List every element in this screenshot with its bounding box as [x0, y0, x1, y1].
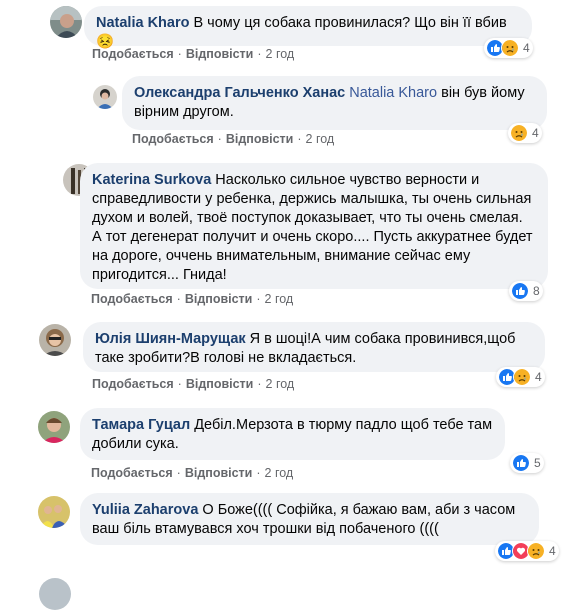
comment-author[interactable]: Natalia Kharo [96, 15, 189, 31]
like-button[interactable]: Подобається [132, 132, 214, 146]
mention-link[interactable]: Natalia Kharo [349, 85, 437, 101]
reaction-count: 4 [549, 544, 556, 558]
reaction-count: 4 [523, 41, 530, 55]
comment-bubble: Katerina Surkova Насколько сильное чувств… [80, 163, 548, 289]
like-icon [511, 282, 529, 300]
avatar[interactable] [38, 411, 70, 443]
reaction-count: 5 [534, 456, 541, 470]
comment-bubble: Yuliia Zaharova О Боже(((( Софійка, я баж… [80, 493, 539, 545]
comment-author[interactable]: Олександра Гальченко Ханас [134, 85, 345, 101]
like-button[interactable]: Подобається [91, 292, 173, 306]
reaction-summary[interactable]: 8 [509, 281, 543, 301]
reaction-count: 8 [533, 284, 540, 298]
like-button[interactable]: Подобається [92, 377, 174, 391]
reaction-summary[interactable]: 5 [510, 453, 544, 473]
comment-actions: Подобається · Відповісти · 2 год [92, 377, 295, 391]
comment-bubble: Юлія Шиян-Марущак Я в шоці!А чим собака п… [83, 322, 545, 372]
timestamp[interactable]: 2 год [265, 292, 294, 306]
reply-button[interactable]: Відповісти [185, 466, 253, 480]
reaction-summary[interactable]: 4 [484, 38, 533, 58]
avatar[interactable] [39, 578, 71, 610]
comment-bubble: Natalia Kharo В чому ця собака провинилас… [84, 6, 532, 50]
reply-button[interactable]: Відповісти [185, 292, 253, 306]
sad-icon [501, 39, 519, 57]
comment-bubble: Олександра Гальченко Ханас Natalia Kharo … [122, 76, 547, 130]
sad-icon [510, 124, 528, 142]
reaction-count: 4 [535, 370, 542, 384]
sad-icon [513, 368, 531, 386]
comment-actions: Подобається · Відповісти · 2 год [92, 47, 295, 61]
reaction-summary[interactable]: 4 [495, 541, 559, 561]
reply-button[interactable]: Відповісти [226, 132, 294, 146]
comment-author[interactable]: Тамара Гуцал [92, 417, 190, 433]
timestamp[interactable]: 2 год [306, 132, 335, 146]
like-button[interactable]: Подобається [92, 47, 174, 61]
avatar[interactable] [93, 85, 117, 109]
comment-actions: Подобається · Відповісти · 2 год [91, 466, 294, 480]
comment-author[interactable]: Katerina Surkova [92, 172, 211, 188]
comment-actions: Подобається · Відповісти · 2 год [91, 292, 294, 306]
timestamp[interactable]: 2 год [266, 47, 295, 61]
avatar[interactable] [38, 496, 70, 528]
like-icon [512, 454, 530, 472]
comment-text: Насколько сильное чувство верности и спр… [92, 172, 533, 283]
comment-actions: Подобається · Відповісти · 2 год [132, 132, 335, 146]
reply-button[interactable]: Відповісти [186, 47, 254, 61]
reaction-summary[interactable]: 4 [496, 367, 545, 387]
timestamp[interactable]: 2 год [265, 466, 294, 480]
comment-bubble: Тамара Гуцал Дебіл.Мерзота в тюрму падло … [80, 408, 505, 460]
like-button[interactable]: Подобається [91, 466, 173, 480]
avatar[interactable] [50, 6, 82, 38]
reply-button[interactable]: Відповісти [186, 377, 254, 391]
comment-author[interactable]: Юлія Шиян-Марущак [95, 331, 246, 347]
comment-author[interactable]: Yuliia Zaharova [92, 502, 198, 518]
reaction-count: 4 [532, 126, 539, 140]
sad-icon [527, 542, 545, 560]
reaction-summary[interactable]: 4 [508, 123, 542, 143]
timestamp[interactable]: 2 год [266, 377, 295, 391]
avatar[interactable] [39, 324, 71, 356]
